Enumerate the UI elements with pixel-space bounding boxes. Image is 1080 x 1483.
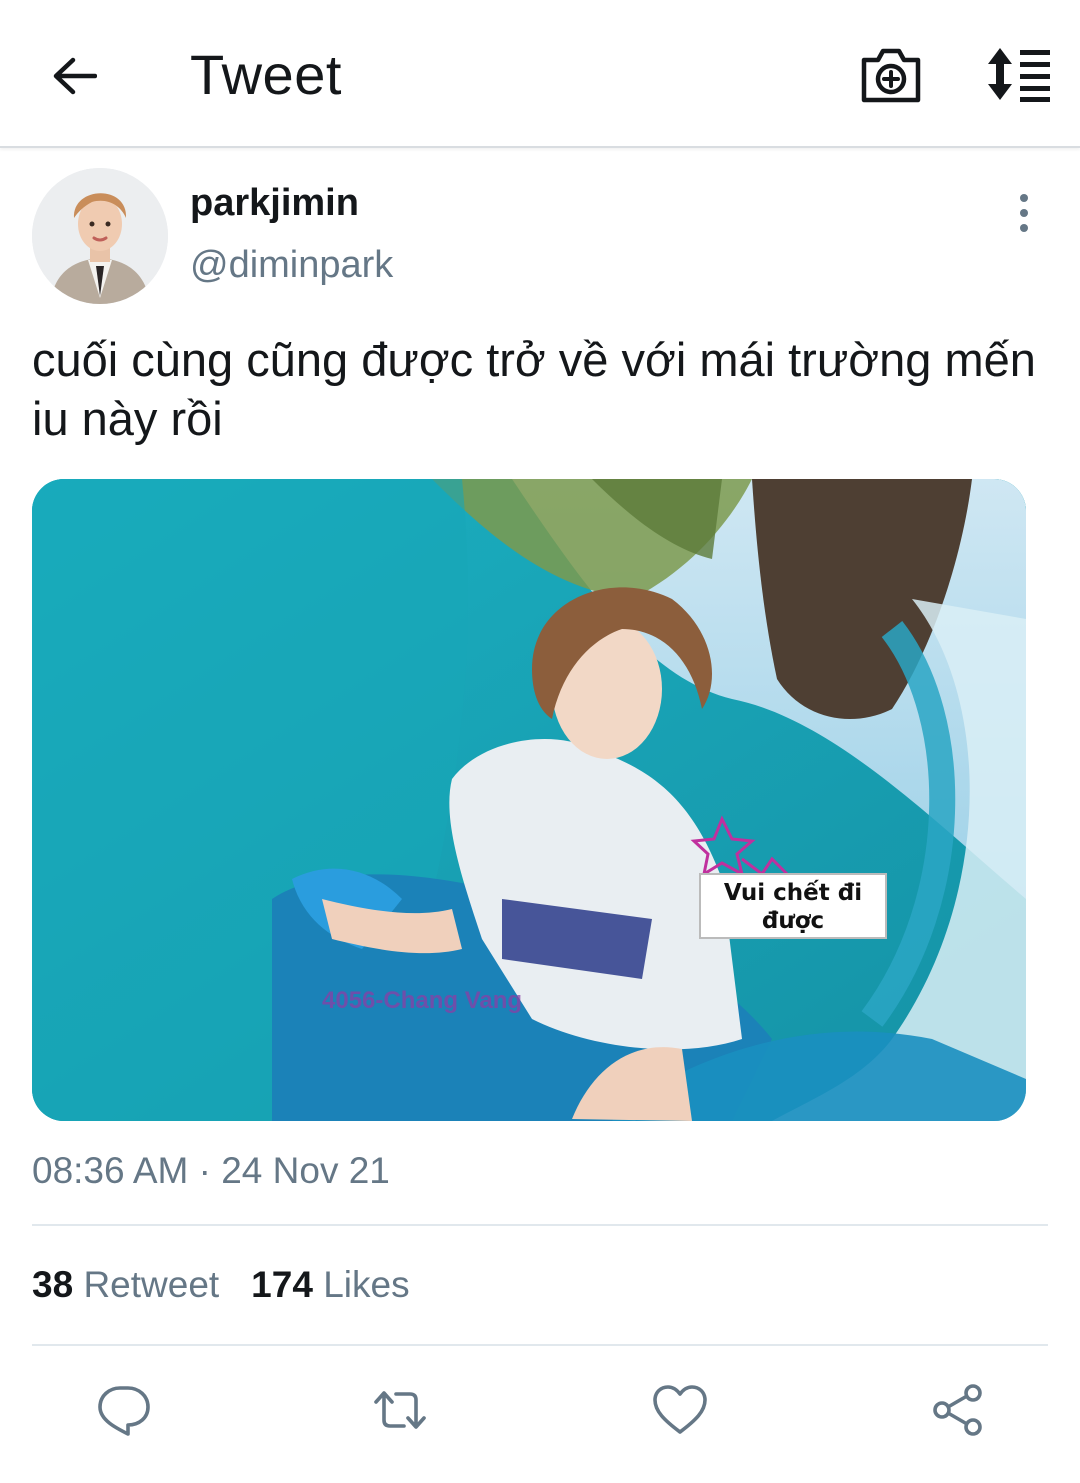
avatar[interactable] (32, 168, 168, 304)
media-watermark: 4056-Chang Vang (322, 987, 523, 1014)
camera-plus-icon (861, 48, 921, 103)
tweet-text: cuối cùng cũng được trở về với mái trườn… (32, 333, 1036, 445)
tweet-stats: 38 Retweet 174 Likes (32, 1264, 410, 1306)
likes-label: Likes (323, 1264, 410, 1305)
share-icon (933, 1384, 982, 1436)
reply-button[interactable] (96, 1382, 152, 1438)
more-vertical-icon (1020, 194, 1028, 202)
retweets-label: Retweet (83, 1264, 220, 1305)
more-dot (1020, 224, 1028, 232)
like-button[interactable] (652, 1382, 708, 1438)
likes-stat[interactable]: 174 Likes (251, 1264, 409, 1305)
sort-button[interactable] (982, 44, 1054, 104)
likes-count: 174 (251, 1264, 313, 1305)
media-illustration (32, 479, 1026, 1121)
arrow-left-icon (53, 57, 97, 95)
sort-list-icon (988, 48, 1050, 102)
reply-icon (98, 1386, 150, 1436)
back-button[interactable] (44, 46, 104, 106)
tweet-timestamp: 08:36 AM · 24 Nov 21 (32, 1150, 390, 1191)
user-handle[interactable]: @diminpark (190, 244, 393, 287)
media-caption: Vui chết đi được (699, 873, 887, 939)
tweet-media-image[interactable]: Vui chết đi được 4056-Chang Vang (32, 479, 1026, 1121)
retweets-count: 38 (32, 1264, 74, 1305)
retweet-button[interactable] (372, 1382, 428, 1438)
top-app-bar: Tweet (0, 0, 1080, 148)
retweets-stat[interactable]: 38 Retweet (32, 1264, 219, 1305)
divider (32, 1224, 1048, 1226)
page-title: Tweet (190, 43, 342, 106)
camera-button[interactable] (858, 44, 924, 106)
divider (32, 1344, 1048, 1346)
display-name[interactable]: parkjimin (190, 182, 359, 225)
retweet-icon (374, 1391, 426, 1429)
more-dot (1020, 209, 1028, 217)
heart-icon (653, 1385, 707, 1434)
share-button[interactable] (930, 1382, 986, 1438)
avatar-image (32, 168, 168, 304)
more-options-button[interactable] (1004, 190, 1044, 236)
